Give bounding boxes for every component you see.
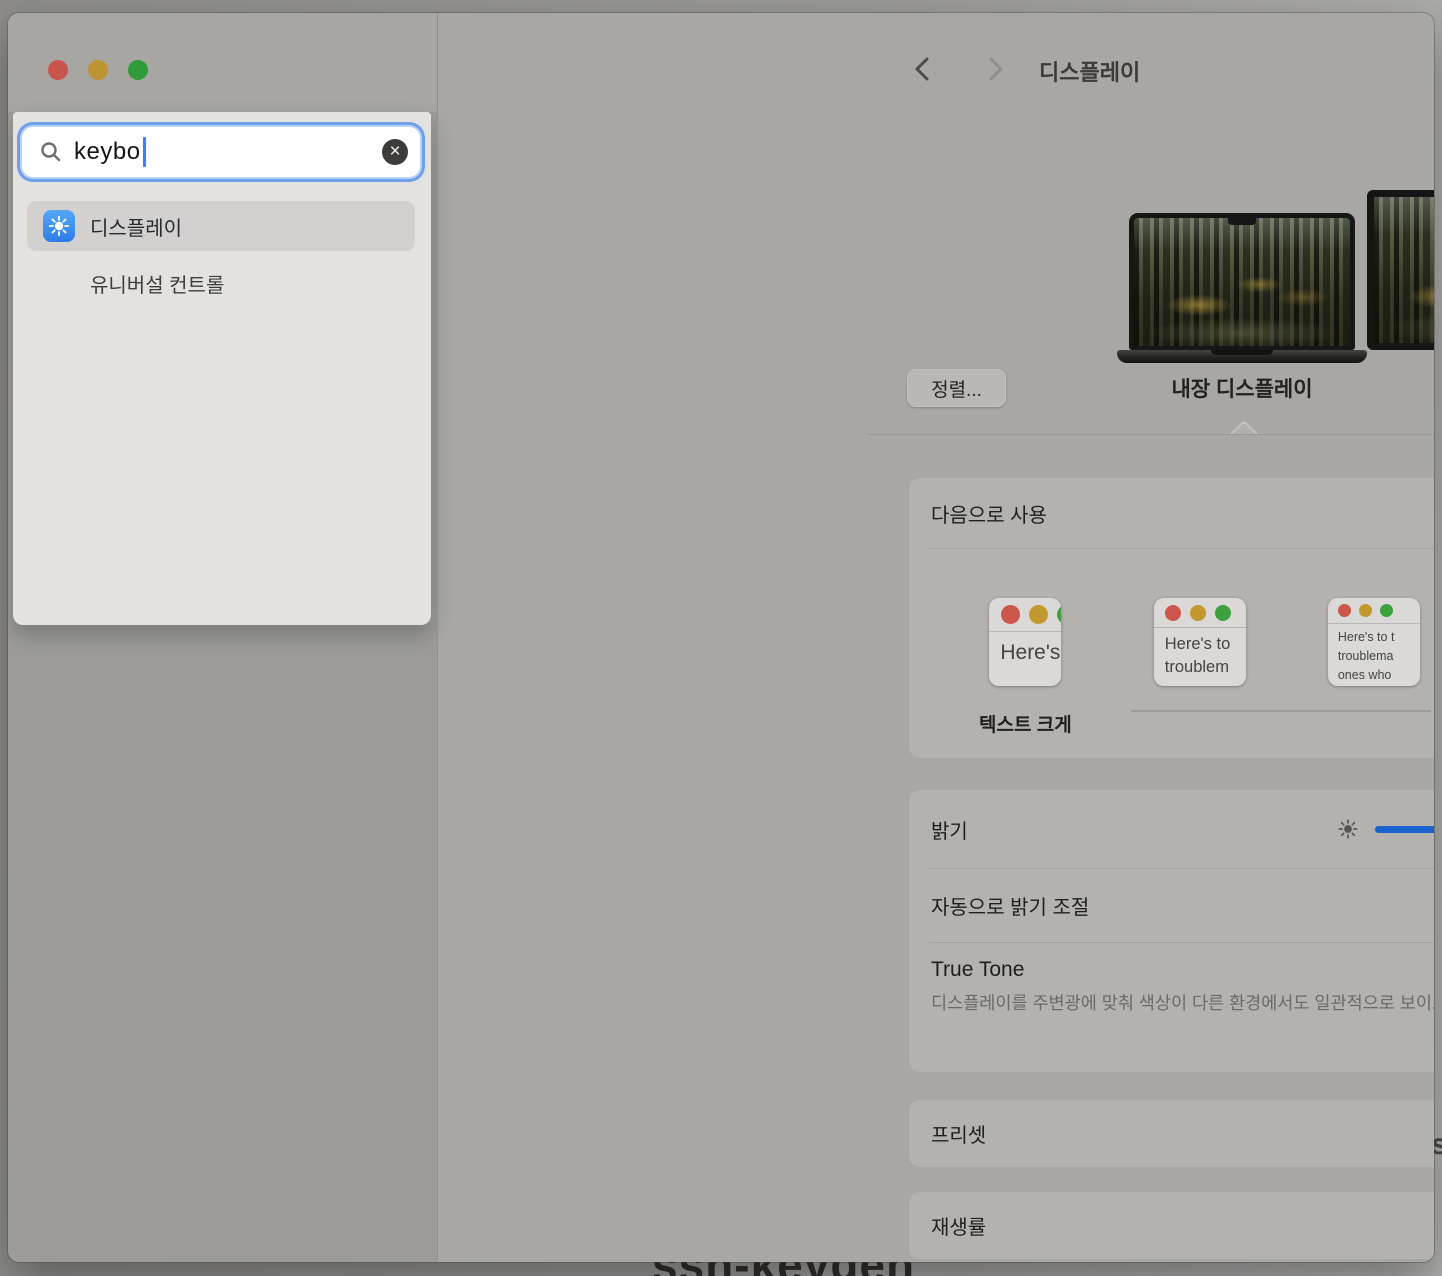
forward-button[interactable] <box>981 55 1009 83</box>
search-icon <box>40 141 62 163</box>
use-as-label: 다음으로 사용 <box>931 499 1047 528</box>
display-settings-card: 다음으로 사용 메인 디스플레이 Here's 텍스트 크게 <box>909 478 1434 758</box>
zoom-button[interactable] <box>128 60 148 80</box>
clear-search-button[interactable]: × <box>382 139 408 165</box>
search-result-universal-control[interactable]: 유니버설 컨트롤 <box>27 258 415 308</box>
refresh-rate-row: 재생률 ProMotion <box>909 1192 1434 1259</box>
search-input-value: keybo <box>74 138 141 166</box>
scaling-option-label: 텍스트 크게 <box>979 710 1072 734</box>
close-button[interactable] <box>48 60 68 80</box>
laptop-notch <box>1228 218 1256 225</box>
auto-brightness-label: 자동으로 밝기 조절 <box>931 891 1089 920</box>
brightness-row: 밝기 <box>909 790 1434 868</box>
header-mask <box>867 435 1434 457</box>
brightness-card: 밝기 <box>909 790 1434 1072</box>
true-tone-label: True Tone <box>931 958 1434 982</box>
sun-small-icon <box>1337 818 1359 840</box>
scaling-preview-text: Here's <box>989 632 1061 665</box>
arrange-button[interactable]: 정렬... <box>907 369 1006 407</box>
display-brightness-icon <box>43 210 75 242</box>
search-results-panel: keybo × 디스플레이 <box>13 112 431 625</box>
builtin-display-thumbnail[interactable] <box>1129 213 1355 350</box>
back-button[interactable] <box>909 55 937 83</box>
true-tone-description: 디스플레이를 주변광에 맞춰 색상이 다른 환경에서도 일관적으로 보이도록 자… <box>931 989 1434 1018</box>
minimize-button[interactable] <box>88 60 108 80</box>
use-as-row: 다음으로 사용 메인 디스플레이 <box>909 478 1434 548</box>
search-result-displays[interactable]: 디스플레이 <box>27 201 415 251</box>
main-pane: 디스플레이 내장 디스플레이 LG HDR 4K 정렬... 다음으로 사용 메… <box>437 13 1434 1262</box>
true-tone-row: True Tone 디스플레이를 주변광에 맞춰 색상이 다른 환경에서도 일관… <box>909 942 1434 1018</box>
header-divider <box>867 434 1434 435</box>
refresh-rate-card: 재생률 ProMotion <box>909 1192 1434 1259</box>
text-cursor <box>143 137 146 167</box>
brightness-label: 밝기 <box>931 815 968 844</box>
brightness-slider[interactable] <box>1375 826 1434 833</box>
preset-card: 프리셋 Apple XDR Display (P3-1600 nits) <box>909 1100 1434 1167</box>
scaling-option-2[interactable]: Here's to troublem <box>1154 598 1246 734</box>
page-title: 디스플레이 <box>1039 55 1140 87</box>
row-divider <box>929 942 1434 943</box>
scaling-preview-text: Here's to t troublema ones who <box>1328 624 1420 684</box>
laptop-base <box>1117 350 1367 363</box>
external-display-label: LG HDR 4K <box>1361 373 1434 397</box>
search-result-label: 디스플레이 <box>90 212 182 241</box>
sidebar: keybo × 디스플레이 <box>8 13 437 1262</box>
builtin-display-label: 내장 디스플레이 <box>1112 373 1372 403</box>
scaling-options: Here's 텍스트 크게 Here's to troublem Here's … <box>909 598 1434 734</box>
brightness-fill <box>1375 826 1434 833</box>
scaling-option-3[interactable]: Here's to t troublema ones who <box>1328 598 1420 734</box>
external-display-thumbnail[interactable] <box>1367 190 1434 350</box>
scaling-preview-text: Here's to troublem <box>1154 628 1246 679</box>
scaling-connector-line <box>1131 710 1431 712</box>
scaling-option-larger-text[interactable]: Here's 텍스트 크게 <box>979 598 1072 734</box>
system-settings-window: keybo × 디스플레이 <box>8 13 1434 1262</box>
sidebar-titlebar <box>8 13 437 112</box>
row-divider <box>929 548 1434 549</box>
auto-brightness-row: 자동으로 밝기 조절 <box>909 868 1434 942</box>
search-input[interactable]: keybo × <box>22 127 420 177</box>
preset-label: 프리셋 <box>931 1119 986 1148</box>
search-result-label: 유니버설 컨트롤 <box>90 269 224 298</box>
refresh-rate-label: 재생률 <box>931 1211 986 1240</box>
preset-row: 프리셋 Apple XDR Display (P3-1600 nits) <box>909 1100 1434 1167</box>
